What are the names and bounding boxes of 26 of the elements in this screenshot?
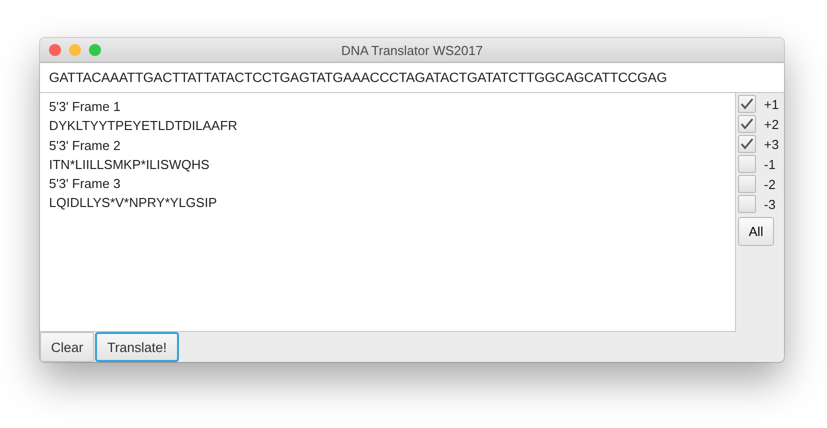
frame-checkbox[interactable] <box>738 115 756 133</box>
frame-checkbox[interactable] <box>738 195 756 213</box>
frame-checkbox[interactable] <box>738 155 756 173</box>
minimize-button[interactable] <box>69 44 81 56</box>
frame-label: -1 <box>764 156 776 172</box>
output-line: ITN*LIILLSMKP*ILISWQHS <box>49 156 210 174</box>
frame-label: +2 <box>764 116 779 132</box>
frame-label: -2 <box>764 176 776 192</box>
zoom-button[interactable] <box>89 44 101 56</box>
clear-button[interactable]: Clear <box>40 332 94 362</box>
output-line: LQIDLLYS*V*NPRY*YLGSIP <box>49 194 218 212</box>
close-button[interactable] <box>49 44 61 56</box>
frame-checkbox[interactable] <box>738 175 756 193</box>
output-line: 5'3' Frame 1 <box>49 98 122 116</box>
window-title: DNA Translator WS2017 <box>341 42 483 58</box>
output-line: 5'3' Frame 2 <box>49 136 122 155</box>
frame-label: -3 <box>764 196 776 212</box>
translate-button[interactable]: Translate! <box>95 332 179 362</box>
frame-label: +1 <box>764 96 779 112</box>
output-line: 5'3' Frame 3 <box>49 175 122 194</box>
frame-checkbox[interactable] <box>738 95 756 113</box>
frame-checkbox[interactable] <box>738 135 756 153</box>
sequence-field[interactable]: GATTACAAATTGACTTATTATACTCCTGAGTATGAAACCCTAGATACTGATATCTTGGCAGCATTCCGAG <box>40 63 784 93</box>
frame-label: +3 <box>764 136 779 152</box>
all-button[interactable]: All <box>738 217 774 246</box>
output-line: DYKLTYYTPEYETLDTDILAAFR <box>49 117 238 136</box>
